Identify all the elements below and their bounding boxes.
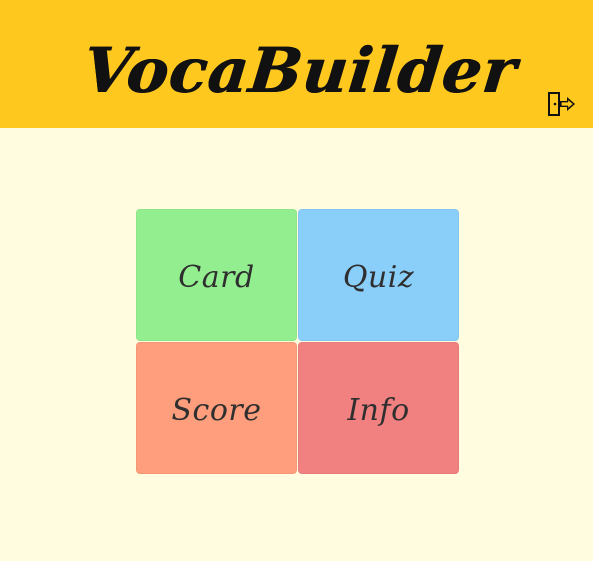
card-label: Card — [178, 259, 255, 295]
quiz-tile[interactable]: Quiz — [298, 209, 459, 341]
card-tile[interactable]: Card — [136, 209, 297, 341]
logout-icon — [548, 92, 575, 116]
quiz-label: Quiz — [342, 259, 415, 295]
info-label: Info — [347, 392, 410, 428]
main-menu-grid: Card Quiz Score Info — [136, 209, 459, 474]
score-label: Score — [171, 392, 262, 428]
info-tile[interactable]: Info — [298, 342, 459, 474]
app-header: VocaBuilder — [0, 0, 593, 128]
logout-button[interactable] — [540, 86, 580, 122]
app-logo-title: VocaBuilder — [79, 33, 521, 107]
score-tile[interactable]: Score — [136, 342, 297, 474]
